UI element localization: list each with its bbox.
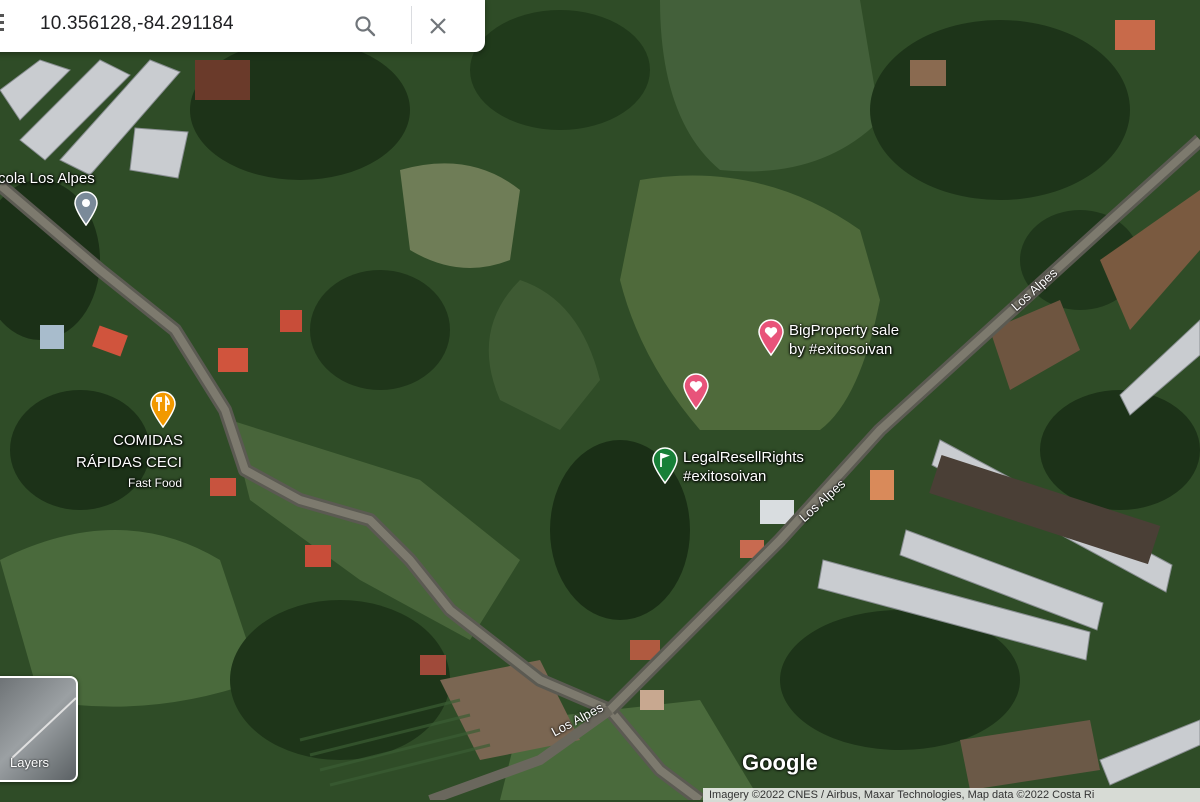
restaurant-name-line1[interactable]: COMIDAS (113, 432, 183, 449)
google-logo: Google (742, 750, 818, 775)
restaurant-pin-icon[interactable] (149, 390, 177, 433)
menu-icon[interactable] (0, 14, 6, 35)
flag-pin-icon[interactable] (651, 446, 679, 489)
layers-button[interactable]: Layers (0, 676, 78, 782)
bigproperty-label-line1[interactable]: BigProperty sale (789, 322, 899, 339)
layers-label: Layers (10, 755, 50, 770)
satellite-map[interactable] (0, 0, 1200, 800)
search-icon[interactable] (345, 6, 385, 46)
school-pin-icon[interactable] (73, 190, 99, 231)
restaurant-category: Fast Food (128, 476, 183, 490)
restaurant-name-line2[interactable]: RÁPIDAS CECI (76, 454, 182, 471)
search-divider (411, 6, 412, 44)
legalresell-label-line1[interactable]: LegalResellRights (683, 449, 804, 466)
heart-pin-icon[interactable] (682, 372, 710, 415)
heart-pin-icon[interactable] (757, 318, 785, 361)
search-box[interactable]: 10.356128,-84.291184 (0, 0, 485, 52)
search-query[interactable]: 10.356128,-84.291184 (40, 13, 234, 35)
bigproperty-label-line2[interactable]: by #exitosoivan (789, 341, 892, 358)
school-label[interactable]: cola Los Alpes (0, 170, 95, 187)
legalresell-label-line2[interactable]: #exitosoivan (683, 468, 766, 485)
close-icon[interactable] (418, 6, 458, 46)
